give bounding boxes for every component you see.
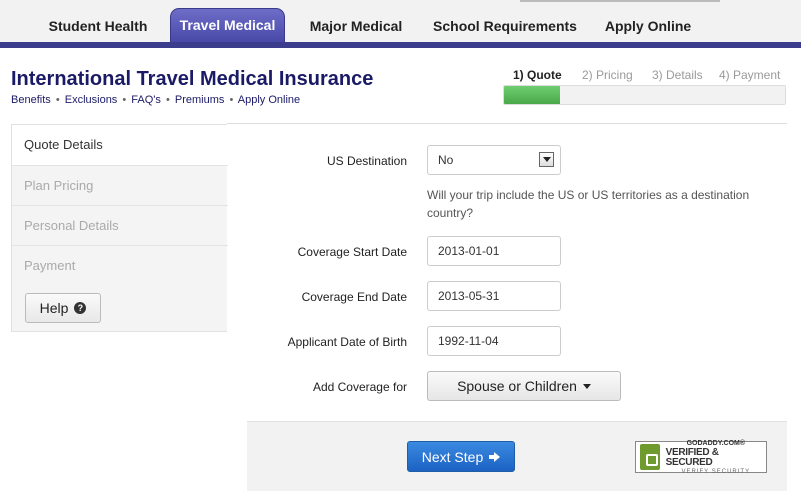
progress-fill (504, 86, 561, 104)
caret-down-icon (582, 383, 591, 389)
tab-apply-online[interactable]: Apply Online (596, 10, 700, 42)
link-apply-online[interactable]: Apply Online (238, 94, 300, 106)
step-payment: 4) Payment (719, 68, 781, 82)
sub-links: Benefits • Exclusions • FAQ's • Premiums… (11, 94, 300, 106)
sidebar-item-payment[interactable]: Payment (12, 245, 228, 285)
seal-text: GODADDY.COM® VERIFIED & SECURED VERIFY S… (666, 440, 766, 475)
tab-school-requirements[interactable]: School Requirements (428, 10, 582, 42)
form-footer: Next Step GODADDY.COM® VERIFIED & SECURE… (247, 421, 787, 491)
us-destination-select[interactable]: No (427, 145, 561, 175)
link-faqs[interactable]: FAQ's (131, 94, 161, 106)
seal-line-2: VERIFIED & SECURED (665, 446, 719, 468)
link-benefits[interactable]: Benefits (11, 94, 51, 106)
us-destination-value: No (438, 153, 454, 167)
tab-student-health[interactable]: Student Health (40, 10, 156, 42)
sidebar-item-personal-details[interactable]: Personal Details (12, 205, 228, 245)
add-coverage-label: Add Coverage for (312, 380, 407, 394)
sidebar: Quote Details Plan Pricing Personal Deta… (11, 124, 230, 332)
link-separator: • (165, 94, 170, 106)
top-navigation: Student Health Travel Medical Major Medi… (0, 0, 801, 48)
coverage-end-date-input[interactable]: 2013-05-31 (427, 281, 561, 311)
header-divider (227, 123, 787, 124)
coverage-start-date-label: Coverage Start Date (297, 245, 407, 259)
coverage-end-date-label: Coverage End Date (301, 290, 407, 304)
progress-bar (503, 85, 786, 105)
sidebar-item-plan-pricing[interactable]: Plan Pricing (12, 165, 228, 205)
help-button-label: Help (39, 300, 69, 316)
link-premiums[interactable]: Premiums (175, 94, 225, 106)
help-button[interactable]: Help ? (25, 293, 101, 323)
step-details: 3) Details (652, 68, 703, 82)
godaddy-security-seal[interactable]: GODADDY.COM® VERIFIED & SECURED VERIFY S… (635, 440, 767, 475)
next-step-label: Next Step (421, 448, 484, 465)
us-destination-hint: Will your trip include the US or US terr… (427, 188, 750, 220)
next-step-button[interactable]: Next Step (407, 441, 515, 472)
lock-icon (640, 444, 660, 470)
sidebar-item-quote-details[interactable]: Quote Details (12, 125, 230, 165)
seal-line-3: VERIFY SECURITY (681, 468, 751, 475)
link-separator: • (122, 94, 127, 106)
tab-major-medical[interactable]: Major Medical (298, 10, 414, 42)
arrow-right-icon (489, 451, 501, 462)
applicant-dob-input[interactable]: 1992-11-04 (427, 326, 561, 356)
add-coverage-dropdown-button[interactable]: Spouse or Children (427, 371, 621, 401)
us-destination-label: US Destination (326, 154, 407, 168)
add-coverage-button-label: Spouse or Children (457, 378, 577, 394)
tab-travel-medical[interactable]: Travel Medical (170, 8, 285, 42)
applicant-dob-label: Applicant Date of Birth (287, 335, 407, 349)
coverage-start-date-input[interactable]: 2013-01-01 (427, 236, 561, 266)
link-separator: • (229, 94, 234, 106)
step-indicator: 1) Quote 2) Pricing 3) Details 4) Paymen… (0, 68, 801, 82)
dropdown-arrow-icon[interactable] (539, 152, 554, 167)
nav-top-line (520, 0, 720, 2)
question-circle-icon: ? (74, 302, 87, 314)
link-exclusions[interactable]: Exclusions (65, 94, 118, 106)
step-pricing: 2) Pricing (582, 68, 633, 82)
step-quote: 1) Quote (513, 68, 562, 82)
seal-line-1: GODADDY.COM® (686, 439, 746, 447)
link-separator: • (55, 94, 60, 106)
